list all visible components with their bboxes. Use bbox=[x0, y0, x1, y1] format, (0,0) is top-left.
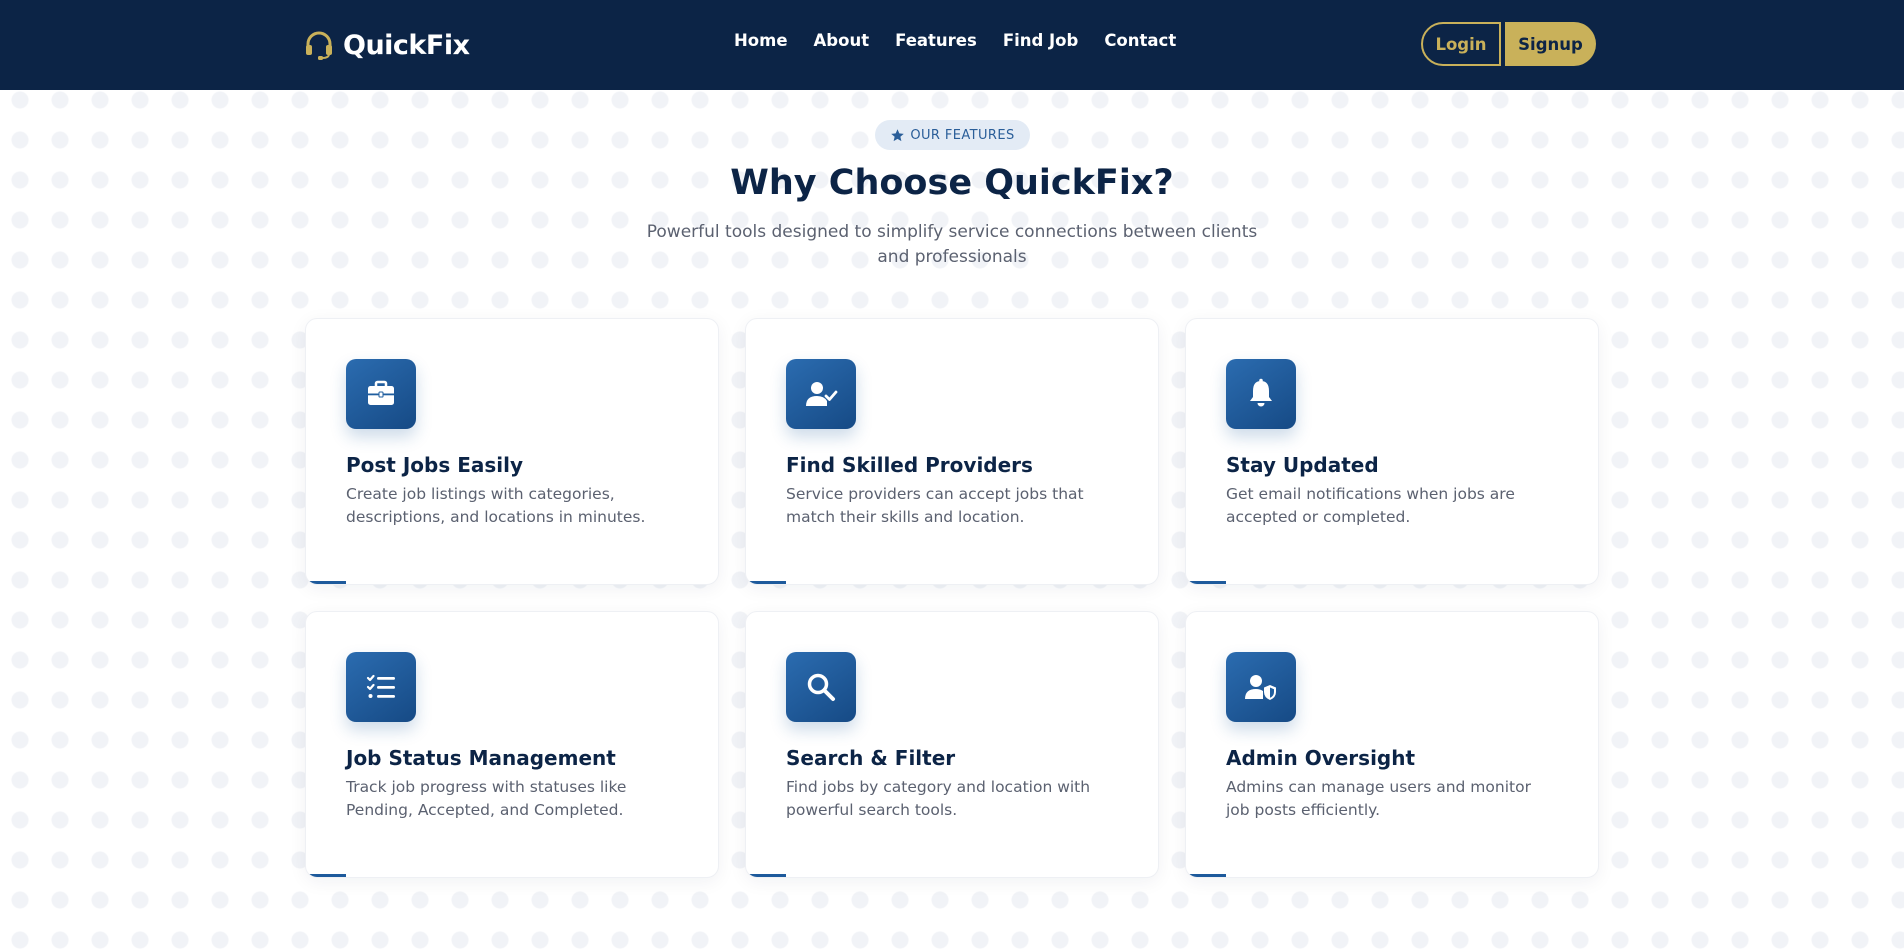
card-description: Admins can manage users and monitor job … bbox=[1226, 778, 1531, 819]
section-title: Why Choose QuickFix? bbox=[730, 163, 1174, 203]
card-title: Stay Updated bbox=[1226, 453, 1379, 477]
card-description: Service providers can accept jobs that m… bbox=[786, 485, 1084, 526]
card-icon-tile bbox=[786, 359, 856, 429]
card-accent-bar bbox=[1186, 581, 1226, 584]
bell-icon bbox=[1250, 378, 1272, 407]
list-check-icon bbox=[366, 674, 395, 698]
card-accent-bar bbox=[306, 581, 346, 584]
feature-card-job-status: Job Status Management Track job progress… bbox=[305, 611, 719, 878]
card-accent-bar bbox=[1186, 874, 1226, 877]
feature-card-find-providers: Find Skilled Providers Service providers… bbox=[745, 318, 1159, 585]
brand-name: QuickFix bbox=[343, 29, 470, 61]
card-title: Search & Filter bbox=[786, 746, 956, 770]
feature-card-admin-oversight: Admin Oversight Admins can manage users … bbox=[1185, 611, 1599, 878]
star-icon bbox=[891, 128, 905, 141]
section-subtitle: Powerful tools designed to simplify serv… bbox=[646, 222, 1258, 267]
user-shield-icon bbox=[1245, 675, 1276, 700]
brand-logo[interactable]: QuickFix bbox=[303, 25, 470, 65]
card-description: Get email notifications when jobs are ac… bbox=[1226, 485, 1515, 526]
feature-card-search-filter: Search & Filter Find jobs by category an… bbox=[745, 611, 1159, 878]
card-icon-tile bbox=[346, 359, 416, 429]
card-description: Find jobs by category and location with … bbox=[786, 778, 1091, 819]
headset-icon bbox=[306, 31, 332, 60]
card-accent-bar bbox=[746, 874, 786, 877]
navbar: QuickFix Home About Features Find Job Co… bbox=[0, 0, 1904, 90]
main-nav: Home About Features Find Job Contact bbox=[734, 31, 1176, 50]
card-icon-tile bbox=[786, 652, 856, 722]
signup-button[interactable]: Signup bbox=[1505, 22, 1596, 66]
login-button[interactable]: Login bbox=[1421, 22, 1501, 66]
user-check-icon bbox=[806, 382, 838, 406]
card-icon-tile bbox=[346, 652, 416, 722]
card-description: Track job progress with statuses like Pe… bbox=[346, 778, 627, 819]
nav-link-features[interactable]: Features bbox=[895, 31, 977, 50]
nav-link-home[interactable]: Home bbox=[734, 31, 788, 50]
card-title: Admin Oversight bbox=[1226, 746, 1416, 770]
badge-label: OUR FEATURES bbox=[910, 127, 1015, 143]
card-accent-bar bbox=[746, 581, 786, 584]
feature-card-stay-updated: Stay Updated Get email notifications whe… bbox=[1185, 318, 1599, 585]
feature-card-post-jobs: Post Jobs Easily Create job listings wit… bbox=[305, 318, 719, 585]
card-title: Post Jobs Easily bbox=[346, 453, 524, 477]
search-icon bbox=[807, 673, 835, 701]
card-icon-tile bbox=[1226, 359, 1296, 429]
features-badge: OUR FEATURES bbox=[875, 120, 1030, 150]
card-description: Create job listings with categories, des… bbox=[346, 485, 646, 526]
nav-link-contact[interactable]: Contact bbox=[1104, 31, 1176, 50]
briefcase-icon bbox=[368, 380, 394, 405]
card-accent-bar bbox=[306, 874, 346, 877]
nav-link-about[interactable]: About bbox=[814, 31, 870, 50]
nav-link-find-job[interactable]: Find Job bbox=[1003, 31, 1079, 50]
card-title: Find Skilled Providers bbox=[786, 453, 1033, 477]
card-icon-tile bbox=[1226, 652, 1296, 722]
card-title: Job Status Management bbox=[346, 746, 616, 770]
